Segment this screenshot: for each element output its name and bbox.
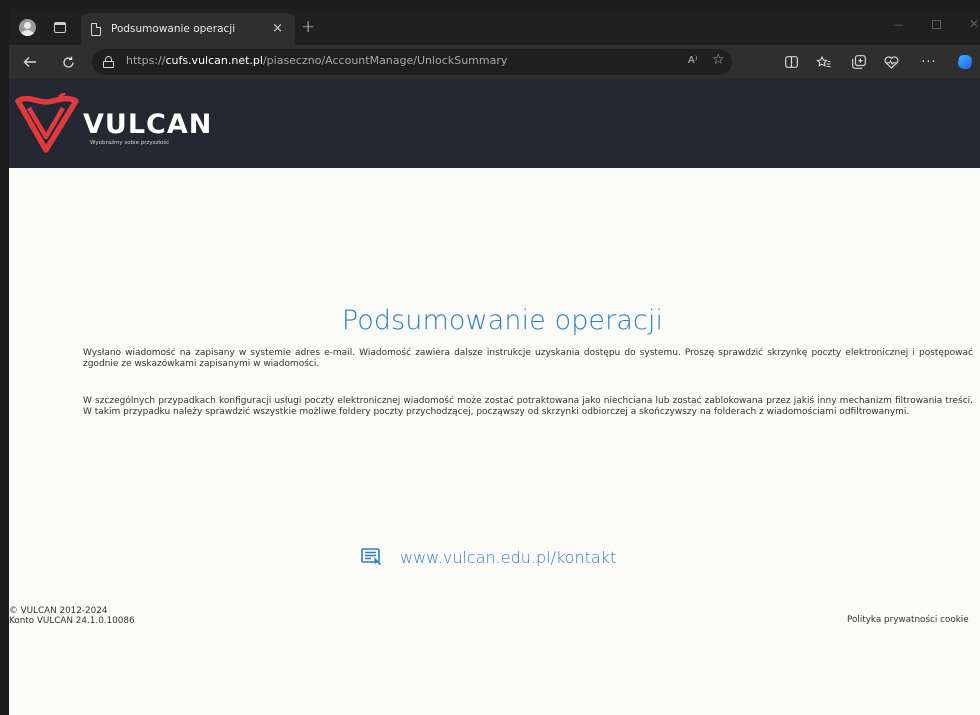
browser-essentials-icon[interactable] [879,45,903,79]
browser-toolbar: https://cufs.vulcan.net.pl/piaseczno/Acc… [9,45,980,79]
brand-name[interactable]: VULCAN [83,109,212,140]
page-viewport: VULCAN Wyobraźmy sobie przyszłość Podsum… [9,79,980,715]
site-header: VULCAN Wyobraźmy sobie przyszłość [9,79,980,168]
page-title: Podsumowanie operacji [341,305,664,336]
split-screen-icon[interactable] [779,45,803,79]
reload-button[interactable] [55,45,81,79]
page-icon [91,22,101,36]
url-text[interactable]: https://cufs.vulcan.net.pl/piaseczno/Acc… [126,54,507,67]
address-bar[interactable]: https://cufs.vulcan.net.pl/piaseczno/Acc… [92,49,732,75]
star-icon[interactable]: ☆ [712,52,725,68]
copilot-icon[interactable] [953,45,977,79]
footer-copyright: © VULCAN 2012-2024 [9,606,108,616]
back-button[interactable] [17,45,43,79]
lock-icon[interactable] [103,56,114,68]
vulcan-logo[interactable] [15,93,79,153]
read-aloud-icon[interactable]: A⁾ [688,55,697,66]
privacy-policy-link[interactable]: Polityka prywatności cookie [847,615,969,625]
window-minimize-button[interactable]: — [879,9,917,39]
new-tab-button[interactable]: + [301,18,315,36]
footer-version: Konto VULCAN 24.1.0.10086 [9,616,135,626]
tab-actions-icon[interactable] [47,9,73,45]
collections-icon[interactable] [847,45,871,79]
contact-link-row[interactable]: www.vulcan.edu.pl/kontakt [361,545,616,569]
window-close-button[interactable]: ✕ [955,9,980,39]
window-maximize-button[interactable] [917,9,955,39]
tab-active[interactable]: Podsumowanie operacji × [81,13,295,45]
title-bar: Podsumowanie operacji × + — ✕ [9,9,980,45]
tab-title: Podsumowanie operacji [111,23,236,35]
brand-tagline: Wyobraźmy sobie przyszłość [90,140,170,146]
contact-link[interactable]: www.vulcan.edu.pl/kontakt [400,548,616,567]
tab-close-button[interactable]: × [272,21,283,37]
favorites-icon[interactable] [811,45,835,79]
reload-icon [62,56,74,68]
arrow-left-icon [23,57,36,67]
message-paragraph-1: Wysłano wiadomość na zapisany w systemie… [83,348,973,370]
more-options-icon[interactable]: ··· [917,45,941,79]
browser-window: Podsumowanie operacji × + — ✕ https://cu… [0,0,980,715]
contact-form-icon [361,548,381,565]
profile-icon[interactable] [13,9,41,45]
message-paragraph-2: W szczególnych przypadkach konfiguracji … [83,396,973,418]
